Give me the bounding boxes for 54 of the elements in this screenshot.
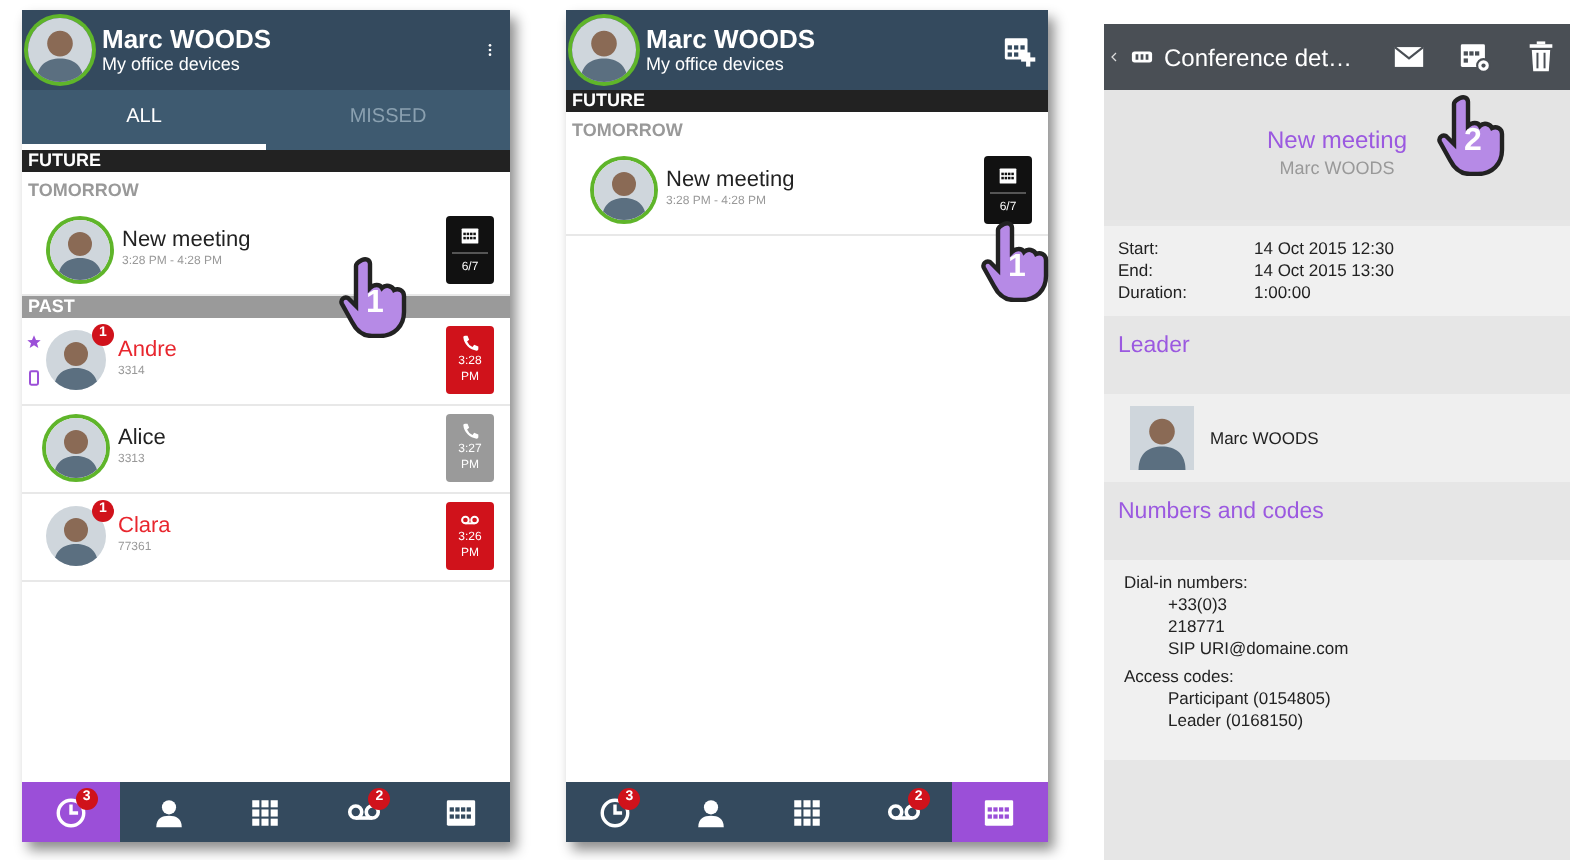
user-name: Marc WOODS xyxy=(102,26,274,54)
calendar-icon xyxy=(444,795,479,829)
step-number: 1 xyxy=(1008,252,1026,284)
calendar-icon xyxy=(982,795,1017,829)
leader-name: Marc WOODS xyxy=(1210,425,1319,451)
field-value: 14 Oct 2015 12:30 xyxy=(1254,238,1394,260)
back-button[interactable] xyxy=(1108,46,1156,68)
avatar xyxy=(1130,406,1194,470)
dialpad-icon xyxy=(248,795,283,829)
calendar-icon xyxy=(460,225,480,245)
meeting-title: New meeting xyxy=(122,228,253,254)
field-label: End: xyxy=(1118,260,1155,282)
field-value: +33(0)3 xyxy=(1166,594,1230,616)
section-heading: Leader xyxy=(1116,332,1192,362)
organizer-name: Marc WOODS xyxy=(1279,156,1395,183)
field-label: Duration: xyxy=(1118,282,1189,304)
field-value: 14 Oct 2015 13:30 xyxy=(1254,260,1394,282)
voicemail-icon xyxy=(460,510,480,530)
user-subtitle: My office devices xyxy=(646,54,786,74)
subsection-label: TOMORROW xyxy=(570,118,685,144)
calendar-icon xyxy=(998,165,1018,185)
field-value: Leader (0168150) xyxy=(1166,710,1306,732)
screen-title: Conference det… xyxy=(1164,41,1355,75)
contact-name: Alice xyxy=(118,426,168,452)
section-heading: Numbers and codes xyxy=(1116,498,1326,528)
user-name: Marc WOODS xyxy=(646,26,818,54)
step-number: 1 xyxy=(366,288,384,320)
conference-icon xyxy=(1128,46,1156,68)
phone-icon xyxy=(460,334,480,354)
field-value: SIP URI@domaine.com xyxy=(1166,638,1351,660)
field-value: 218771 xyxy=(1166,616,1227,638)
person-icon xyxy=(693,795,728,829)
meeting-title: New meeting xyxy=(1266,126,1408,157)
dialpad-icon xyxy=(790,795,824,829)
calendar-gear-icon[interactable] xyxy=(1458,40,1492,74)
step-number: 2 xyxy=(1464,126,1482,158)
back-icon xyxy=(1108,48,1120,66)
calendar-tab[interactable] xyxy=(951,782,1049,842)
field-value: 1:00:00 xyxy=(1254,282,1311,304)
trash-icon[interactable] xyxy=(1524,40,1558,74)
contact-name: Andre xyxy=(118,338,179,364)
field-label: Access codes: xyxy=(1124,666,1236,688)
phone-icon xyxy=(460,422,480,442)
field-value: Participant (0154805) xyxy=(1166,688,1333,710)
section-header: FUTURE xyxy=(22,150,510,172)
subsection-label: TOMORROW xyxy=(26,178,141,204)
meeting-title: New meeting xyxy=(666,168,797,194)
field-label: Start: xyxy=(1118,238,1161,260)
field-label: Dial-in numbers: xyxy=(1124,572,1250,594)
contact-name: Clara xyxy=(118,514,173,540)
user-subtitle: My office devices xyxy=(102,54,242,74)
calendar-add-icon[interactable] xyxy=(1002,33,1036,67)
section-header: FUTURE xyxy=(566,90,1048,112)
person-icon xyxy=(151,795,186,829)
